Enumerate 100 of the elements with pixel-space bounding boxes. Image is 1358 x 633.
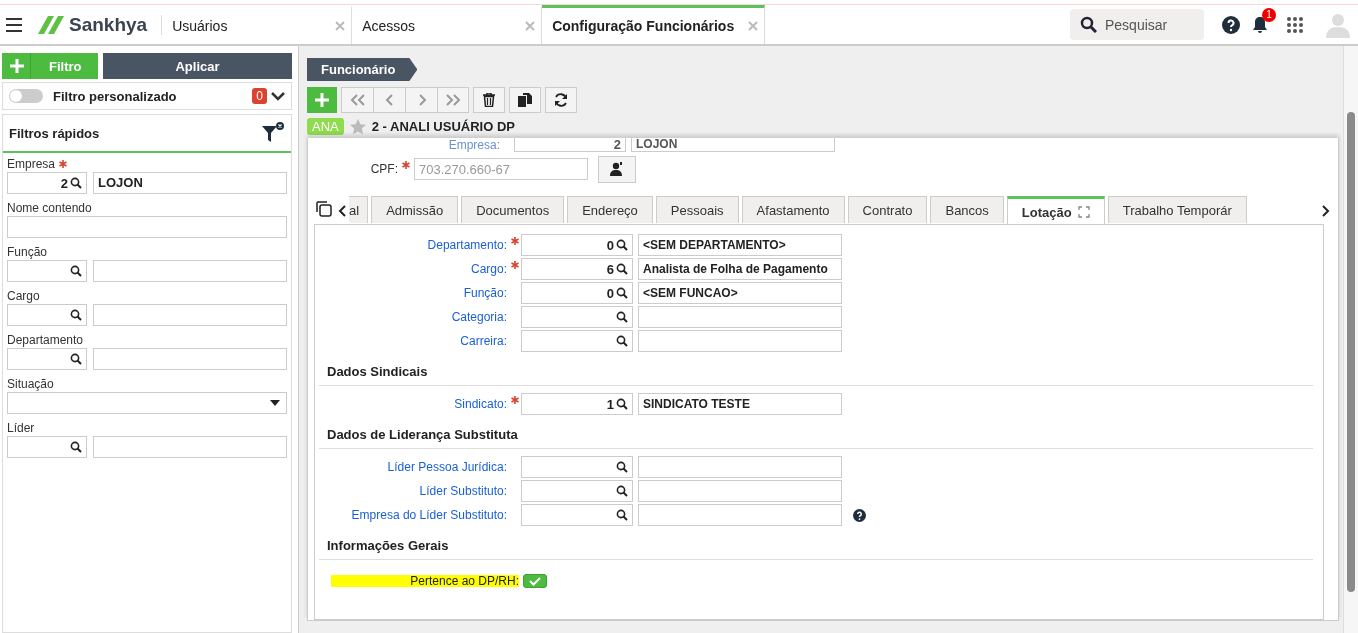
previous-button[interactable] — [373, 87, 405, 113]
checkbox[interactable] — [523, 574, 547, 588]
description-field[interactable]: Analista de Folha de Pagamento — [638, 258, 842, 280]
first-button[interactable] — [341, 87, 373, 113]
chevron-right-icon[interactable] — [1321, 205, 1330, 217]
person-lookup-button[interactable] — [598, 155, 636, 183]
form-tab[interactable]: Documentos — [461, 196, 565, 223]
code-field[interactable] — [7, 348, 87, 370]
duplicate-button[interactable] — [509, 87, 541, 113]
close-icon[interactable] — [748, 21, 759, 31]
code-field[interactable] — [7, 304, 87, 326]
search-icon[interactable] — [616, 311, 628, 323]
section-title: Dados Sindicais — [319, 353, 1313, 386]
field-label: Departamento: — [426, 238, 507, 252]
search-icon[interactable] — [616, 335, 628, 347]
description-field[interactable]: SINDICATO TESTE — [638, 393, 842, 415]
search-icon[interactable] — [616, 287, 628, 299]
code-field[interactable] — [521, 456, 633, 478]
code-field[interactable] — [521, 306, 633, 328]
field-label: Função: — [462, 286, 507, 300]
apply-button[interactable]: Aplicar — [103, 53, 292, 79]
description-field[interactable]: LOJON — [93, 172, 287, 194]
description-field[interactable] — [93, 260, 287, 282]
bell-icon[interactable] — [1252, 15, 1268, 34]
form-tab[interactable]: al — [349, 196, 369, 223]
apps-grid-icon[interactable] — [1286, 15, 1304, 34]
description-field[interactable] — [638, 330, 842, 352]
search-icon[interactable] — [616, 485, 628, 497]
form-tab[interactable]: Bancos — [930, 196, 1004, 223]
form-tab[interactable]: Contrato — [847, 196, 928, 223]
search-icon[interactable] — [70, 265, 82, 277]
code-field[interactable]: 1 — [521, 393, 633, 415]
close-icon[interactable] — [525, 21, 536, 31]
code-field[interactable]: 6 — [521, 258, 633, 280]
description-field[interactable] — [93, 304, 287, 326]
search-icon[interactable] — [70, 177, 82, 189]
description-field[interactable] — [638, 480, 842, 502]
field-label: Líder — [7, 421, 35, 435]
star-icon[interactable] — [349, 118, 366, 135]
form-tab[interactable]: Trabalho Temporár — [1107, 196, 1247, 223]
code-field[interactable] — [7, 436, 87, 458]
menu-icon[interactable] — [6, 17, 22, 32]
description-field[interactable] — [638, 456, 842, 478]
text-field[interactable] — [7, 216, 287, 238]
search-icon[interactable] — [616, 461, 628, 473]
select-field[interactable] — [7, 392, 287, 414]
search-field[interactable]: Pesquisar — [1070, 9, 1204, 40]
record-title: 2 - ANALI USUÁRIO DP — [371, 119, 515, 134]
code-field[interactable] — [521, 480, 633, 502]
app-tab[interactable]: Acessos — [352, 5, 543, 44]
description-field[interactable] — [93, 348, 287, 370]
scrollbar[interactable] — [1343, 46, 1358, 633]
form-tab[interactable]: Lotação — [1006, 196, 1105, 224]
code-field[interactable] — [521, 504, 633, 526]
form-tab[interactable]: Admissão — [371, 196, 459, 223]
close-icon[interactable] — [335, 21, 346, 31]
next-button[interactable] — [405, 87, 437, 113]
description-field[interactable]: <SEM FUNCAO> — [638, 282, 842, 304]
description-field[interactable]: LOJON — [631, 138, 835, 152]
help-icon[interactable] — [853, 508, 866, 522]
app-tab[interactable]: Usuários — [162, 5, 353, 44]
description-field[interactable]: <SEM DEPARTAMENTO> — [638, 234, 842, 256]
form-tab[interactable]: Endereço — [567, 196, 653, 223]
description-field[interactable] — [93, 436, 287, 458]
chevron-down-icon[interactable] — [271, 91, 285, 101]
expand-icon[interactable] — [1077, 206, 1090, 218]
breadcrumb[interactable]: Funcionário — [307, 58, 418, 81]
code-field[interactable] — [521, 330, 633, 352]
toggle-switch[interactable] — [9, 89, 43, 103]
refresh-button[interactable] — [545, 87, 577, 113]
search-icon[interactable] — [616, 239, 628, 251]
code-field[interactable]: 0 — [521, 234, 633, 256]
trash-icon — [483, 93, 495, 107]
search-icon[interactable] — [616, 263, 628, 275]
field-label: Empresa — [7, 157, 56, 171]
code-field[interactable]: 0 — [521, 282, 633, 304]
search-icon[interactable] — [70, 309, 82, 321]
field-label: Nome contendo — [7, 201, 92, 215]
search-icon[interactable] — [70, 441, 82, 453]
description-field[interactable] — [638, 306, 842, 328]
search-icon[interactable] — [70, 353, 82, 365]
description-field[interactable] — [638, 504, 842, 526]
funnel-icon[interactable] — [261, 121, 285, 145]
search-icon[interactable] — [616, 398, 628, 410]
field-label: Líder Pessoa Jurídica: — [386, 460, 507, 474]
field-label: Cargo — [7, 289, 40, 303]
copy-tabs-icon[interactable] — [316, 201, 332, 217]
help-icon[interactable] — [1222, 15, 1240, 34]
chevron-left-icon[interactable] — [338, 205, 347, 217]
code-field[interactable]: 2 — [514, 138, 626, 152]
refresh-icon — [554, 93, 568, 107]
code-field[interactable] — [7, 260, 87, 282]
form-tab[interactable]: Afastamento — [741, 196, 845, 223]
field-label: Departamento — [7, 333, 84, 347]
code-field[interactable]: 2 — [7, 172, 87, 194]
form-tab[interactable]: Pessoais — [655, 196, 739, 223]
delete-button[interactable] — [473, 87, 505, 113]
add-button[interactable] — [307, 87, 337, 113]
search-icon[interactable] — [616, 509, 628, 521]
double-chevron-right-icon — [445, 94, 461, 106]
